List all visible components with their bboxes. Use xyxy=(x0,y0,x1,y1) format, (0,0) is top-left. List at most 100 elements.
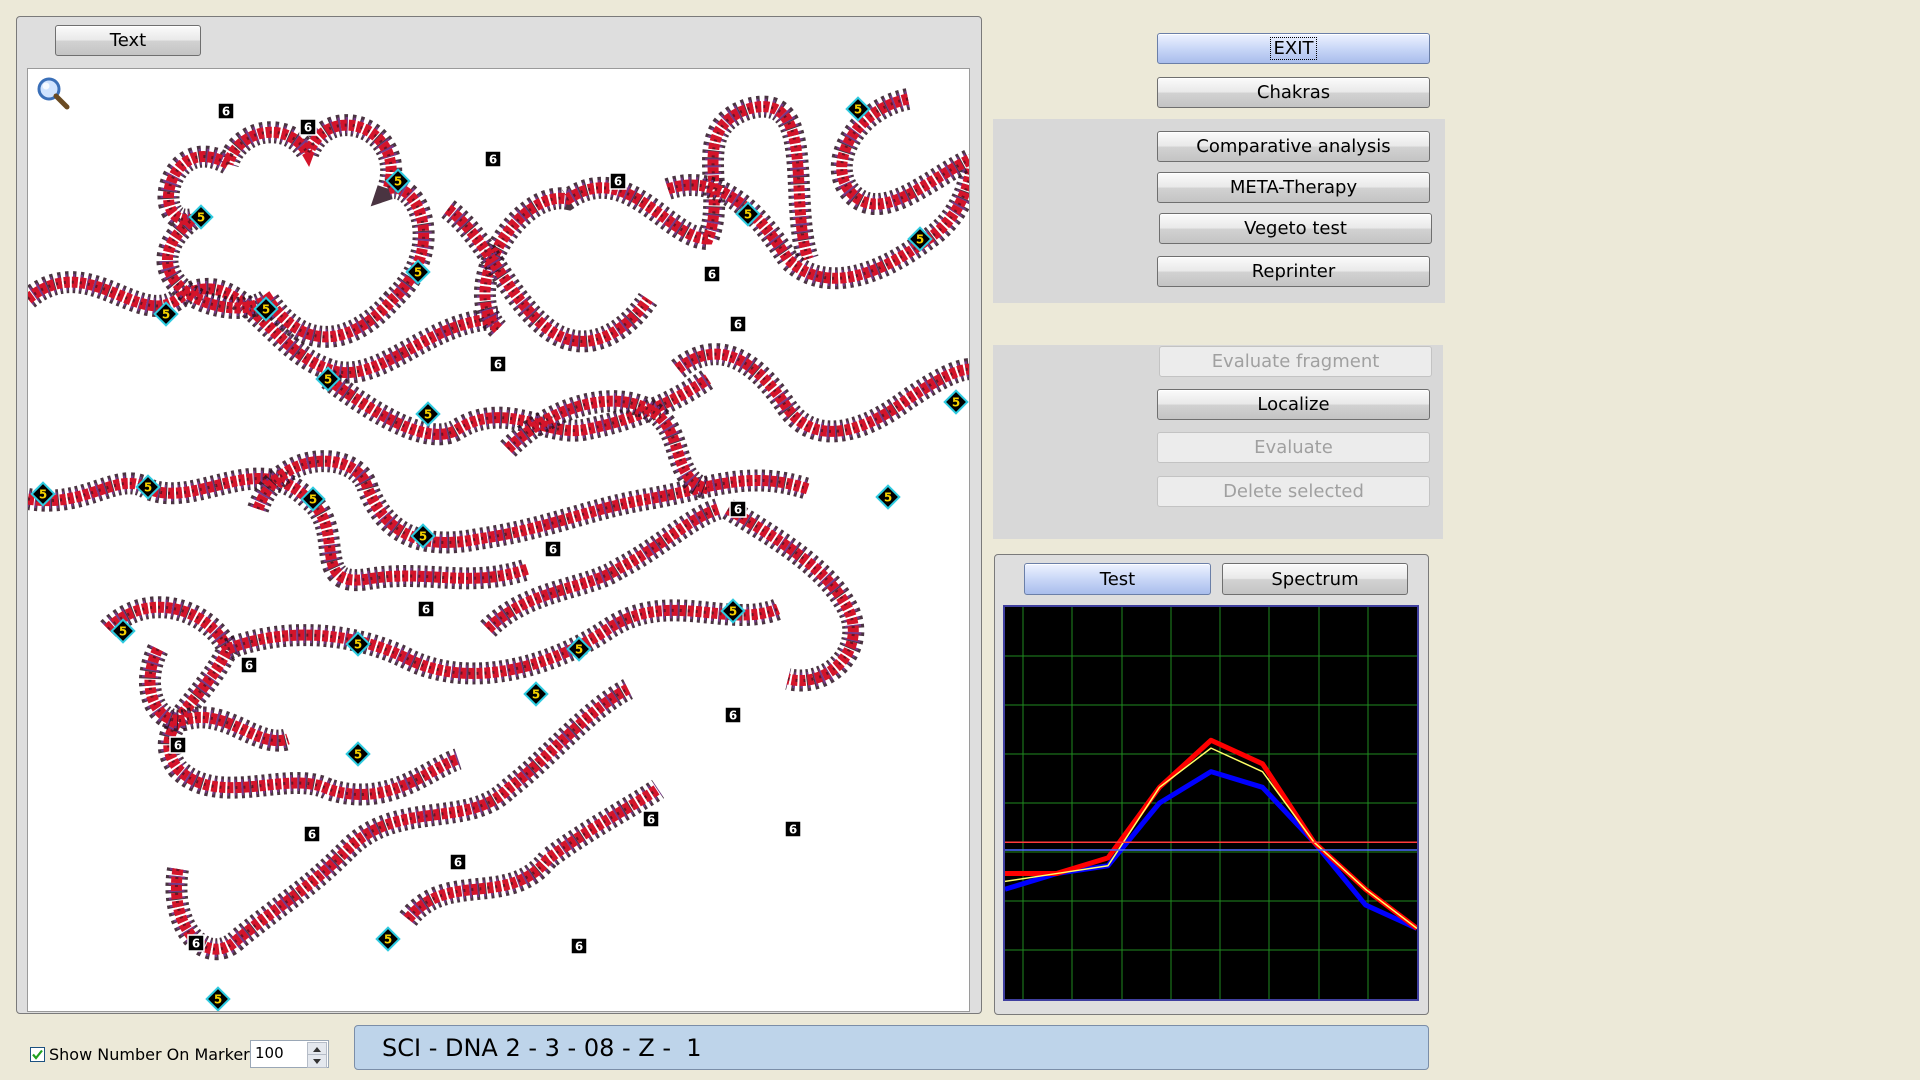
marker-5[interactable]: 5 xyxy=(523,681,549,707)
marker-5[interactable]: 5 xyxy=(345,741,371,767)
marker-6[interactable]: 6 xyxy=(169,736,187,754)
reprinter-button[interactable]: Reprinter xyxy=(1157,256,1430,287)
marker-label: 6 xyxy=(422,603,430,617)
tab-spectrum[interactable]: Spectrum xyxy=(1222,563,1408,595)
delete-selected-button[interactable]: Delete selected xyxy=(1157,476,1430,507)
chevron-up-icon xyxy=(313,1046,321,1052)
marker-label: 6 xyxy=(454,856,462,870)
marker-label: 6 xyxy=(489,153,497,167)
marker-label: 6 xyxy=(222,105,230,119)
dna-strand xyxy=(156,114,435,348)
marker-label: 5 xyxy=(354,748,362,762)
marker-5[interactable]: 5 xyxy=(943,389,969,415)
marker-label: 5 xyxy=(39,488,47,502)
marker-label: 5 xyxy=(144,481,152,495)
marker-6[interactable]: 6 xyxy=(489,355,507,373)
marker-6[interactable]: 6 xyxy=(784,820,802,838)
marker-label: 5 xyxy=(884,491,892,505)
chart-grid xyxy=(1005,607,1417,999)
marker-label: 6 xyxy=(575,940,583,954)
marker-label: 6 xyxy=(734,318,742,332)
marker-6[interactable]: 6 xyxy=(417,600,435,618)
marker-label: 5 xyxy=(729,605,737,619)
status-bar: SCI - DNA 2 - 3 - 08 - Z - 1 xyxy=(354,1025,1429,1070)
marker-label: 5 xyxy=(952,396,960,410)
evaluate-button[interactable]: Evaluate xyxy=(1157,432,1430,463)
marker-label: 5 xyxy=(119,625,127,639)
dna-strand xyxy=(247,450,812,554)
localize-button[interactable]: Localize xyxy=(1157,389,1430,420)
marker-label: 5 xyxy=(197,211,205,225)
marker-5[interactable]: 5 xyxy=(875,484,901,510)
marker-label: 5 xyxy=(424,408,432,422)
marker-6[interactable]: 6 xyxy=(642,810,660,828)
marker-label: 5 xyxy=(309,493,317,507)
dna-image-view[interactable]: 6 6 5 5 5 5 5 5 6 5 6 6 6 6 5 5 5 5 5 6 5 5 5 6 5 6 6 5 5 5 5 6 6 5 5 6 6 6 6 6… xyxy=(27,68,970,1012)
marker-6[interactable]: 6 xyxy=(570,937,588,955)
marker-5[interactable]: 5 xyxy=(205,986,231,1011)
chakras-button[interactable]: Chakras xyxy=(1157,77,1430,108)
marker-label: 6 xyxy=(174,739,182,753)
marker-6[interactable]: 6 xyxy=(303,825,321,843)
marker-label: 6 xyxy=(729,709,737,723)
marker-label: 5 xyxy=(384,933,392,947)
status-text: SCI - DNA 2 - 3 - 08 - Z - 1 xyxy=(382,1034,702,1062)
marker-label: 5 xyxy=(744,208,752,222)
show-number-label: Show Number On Marker xyxy=(49,1045,250,1064)
marker-label: 5 xyxy=(262,303,270,317)
marker-label: 5 xyxy=(394,175,402,189)
marker-label: 5 xyxy=(324,373,332,387)
exit-button[interactable]: EXIT xyxy=(1157,33,1430,64)
dna-strands-image: 6 6 5 5 5 5 5 5 6 5 6 6 6 6 5 5 5 5 5 6 5 5 5 6 5 6 6 5 5 5 5 6 6 5 5 6 6 6 6 6… xyxy=(28,88,969,1011)
marker-label: 6 xyxy=(708,268,716,282)
marker-label: 6 xyxy=(308,828,316,842)
marker-label: 5 xyxy=(532,688,540,702)
marker-6[interactable]: 6 xyxy=(449,853,467,871)
spinner-down-button[interactable] xyxy=(307,1054,327,1068)
checkmark-icon xyxy=(32,1049,43,1060)
marker-label: 6 xyxy=(734,503,742,517)
marker-6[interactable]: 6 xyxy=(729,315,747,333)
marker-6[interactable]: 6 xyxy=(217,102,235,120)
dna-strand xyxy=(671,343,969,443)
exit-button-label: EXIT xyxy=(1270,37,1317,60)
marker-label: 6 xyxy=(789,823,797,837)
marker-6[interactable]: 6 xyxy=(724,706,742,724)
marker-6[interactable]: 6 xyxy=(187,934,205,952)
marker-size-value: 100 xyxy=(255,1044,284,1062)
marker-label: 5 xyxy=(419,530,427,544)
magnifier-icon[interactable] xyxy=(35,75,71,111)
marker-5[interactable]: 5 xyxy=(375,926,401,952)
text-button[interactable]: Text xyxy=(55,25,201,56)
marker-size-spinner[interactable]: 100 xyxy=(250,1040,329,1068)
marker-label: 5 xyxy=(162,308,170,322)
marker-label: 5 xyxy=(354,638,362,652)
spectrum-chart xyxy=(1004,607,1419,999)
evaluate-fragment-button[interactable]: Evaluate fragment xyxy=(1159,346,1432,377)
marker-6[interactable]: 6 xyxy=(544,540,562,558)
dna-strand xyxy=(722,499,865,692)
graph-view[interactable] xyxy=(1003,605,1419,1001)
show-number-checkbox[interactable] xyxy=(30,1047,45,1062)
chevron-down-icon xyxy=(313,1058,321,1064)
marker-6[interactable]: 6 xyxy=(484,150,502,168)
marker-label: 6 xyxy=(192,937,200,951)
marker-6[interactable]: 6 xyxy=(703,265,721,283)
vegeto-test-button[interactable]: Vegeto test xyxy=(1159,213,1432,244)
comparative-analysis-button[interactable]: Comparative analysis xyxy=(1157,131,1430,162)
marker-5[interactable]: 5 xyxy=(415,401,441,427)
marker-label: 5 xyxy=(575,643,583,657)
marker-6[interactable]: 6 xyxy=(299,118,317,136)
marker-label: 6 xyxy=(614,175,622,189)
chart-series-line xyxy=(1005,737,1419,931)
marker-label: 6 xyxy=(304,121,312,135)
marker-6[interactable]: 6 xyxy=(609,172,627,190)
marker-6[interactable]: 6 xyxy=(729,500,747,518)
meta-therapy-button[interactable]: META-Therapy xyxy=(1157,172,1430,203)
marker-label: 5 xyxy=(916,233,924,247)
tab-test[interactable]: Test xyxy=(1024,563,1211,595)
marker-label: 5 xyxy=(414,266,422,280)
marker-label: 6 xyxy=(494,358,502,372)
marker-6[interactable]: 6 xyxy=(240,656,258,674)
marker-label: 6 xyxy=(647,813,655,827)
